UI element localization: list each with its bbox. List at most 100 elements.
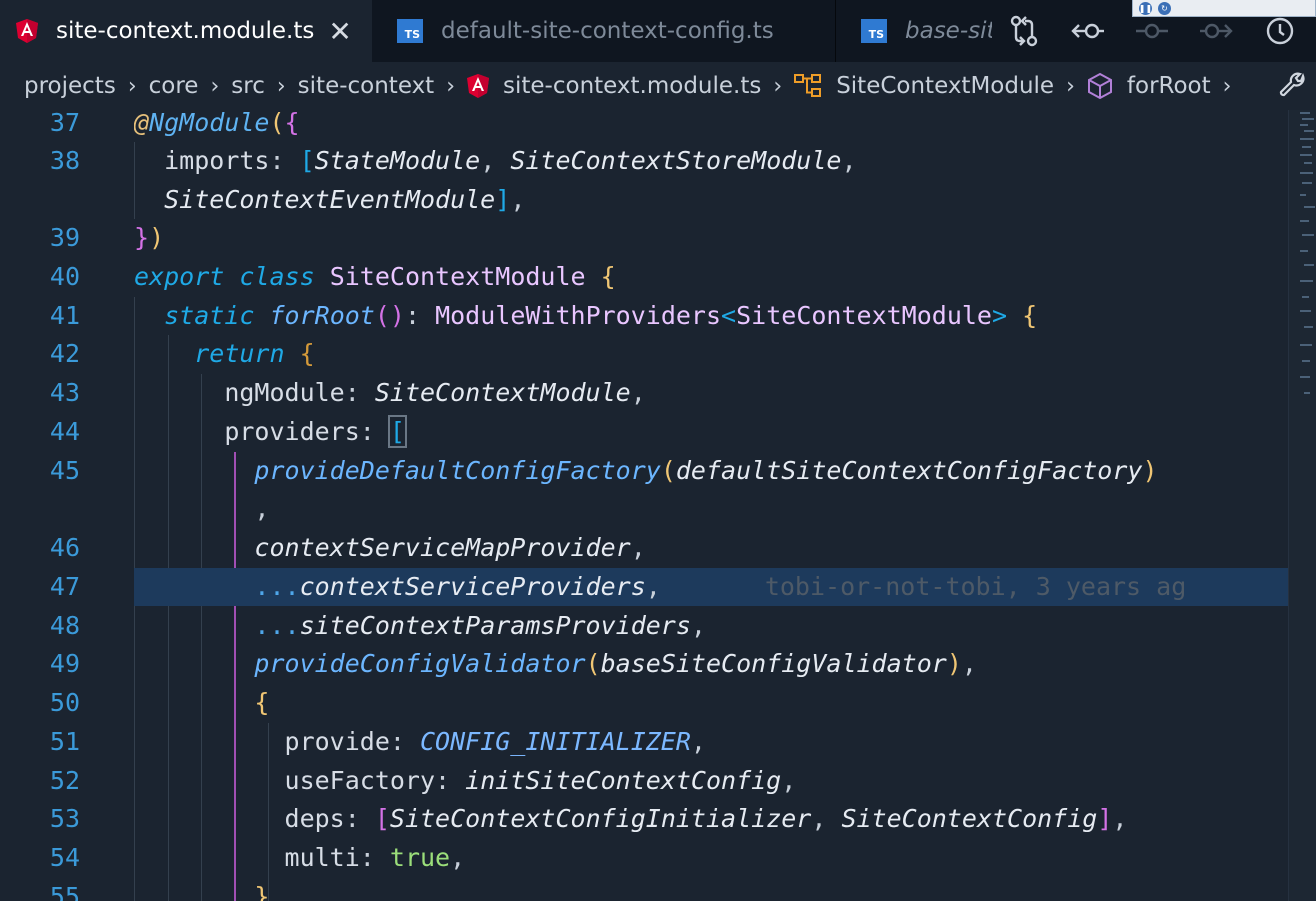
token: CONFIG_INITIALIZER	[419, 727, 691, 756]
current-line: ...contextServiceProviders, tobi-or-not-t…	[134, 568, 1288, 606]
token: provideConfigValidator	[254, 649, 586, 678]
code-line: export class SiteContextModule {	[134, 262, 616, 291]
breadcrumb: projects › core › src › site-context › s…	[0, 62, 1316, 110]
code-line: providers: [	[224, 415, 407, 448]
typescript-icon: TS	[397, 19, 423, 43]
line-number: 51	[49, 727, 80, 756]
token: siteContextParamsProviders	[299, 611, 691, 640]
line-number: 54	[49, 843, 80, 872]
tab-label: site-context.module.ts	[56, 18, 315, 44]
line-number	[0, 490, 80, 528]
code-line: provideDefaultConfigFactory(defaultSiteC…	[254, 456, 1158, 485]
token: multi	[284, 843, 360, 872]
code-line: imports: [StateModule, SiteContextStoreM…	[164, 146, 857, 175]
token: provide	[284, 727, 390, 756]
refresh-icon[interactable]: ↻	[1158, 1, 1171, 15]
token: SiteContextConfigInitializer	[389, 804, 812, 833]
breadcrumb-item-file[interactable]: site-context.module.ts	[503, 73, 761, 99]
line-number: 42	[49, 339, 80, 368]
chevron-right-icon: ›	[276, 73, 286, 99]
token: SiteContextModule	[374, 378, 631, 407]
token: initSiteContextConfig	[465, 766, 782, 795]
line-number: 47	[49, 572, 80, 601]
token: ngModule	[224, 378, 345, 407]
token: ModuleWithProviders	[435, 301, 722, 330]
pause-icon[interactable]: ❚❚	[1139, 1, 1152, 15]
code-editor[interactable]: 37 38 39 40 41 42 43 44 45 46 47 48 49 5…	[0, 110, 1316, 901]
wrench-icon[interactable]	[1270, 62, 1316, 110]
code-line: {	[254, 688, 270, 717]
token: export	[134, 262, 225, 291]
token: StateModule	[314, 146, 481, 175]
token: contextServiceMapProvider	[254, 533, 631, 562]
line-number: 44	[49, 417, 80, 446]
token: providers	[224, 417, 360, 446]
code-line: contextServiceMapProvider,	[254, 533, 646, 562]
breadcrumb-item-src[interactable]: src	[231, 73, 265, 99]
line-number: 48	[49, 611, 80, 640]
line-number: 40	[49, 262, 80, 291]
token: SiteContextModule	[329, 262, 586, 291]
breadcrumb-item-site-context[interactable]: site-context	[298, 73, 435, 99]
code-line: deps: [SiteContextConfigInitializer, Sit…	[284, 804, 1128, 833]
code-line: ngModule: SiteContextModule,	[224, 378, 646, 407]
tab-base-site[interactable]: TS base-sit	[837, 0, 997, 62]
token: true	[389, 843, 451, 872]
close-icon[interactable]: ✕	[328, 15, 351, 48]
breadcrumb-item-method[interactable]: forRoot	[1127, 73, 1211, 99]
line-number: 39	[49, 223, 80, 252]
line-number	[0, 181, 80, 219]
code-line: multi: true,	[284, 843, 466, 872]
line-number: 43	[49, 378, 80, 407]
code-line: provideConfigValidator(baseSiteConfigVal…	[254, 649, 977, 678]
code-line: return {	[194, 339, 315, 368]
tab-default-site-context-config[interactable]: TS default-site-context-config.ts	[373, 0, 836, 62]
line-number: 46	[49, 533, 80, 562]
token: class	[239, 262, 315, 291]
token: contextServiceProviders	[299, 572, 646, 601]
token: baseSiteConfigValidator	[600, 649, 947, 678]
tab-label: base-sit	[905, 18, 996, 44]
class-symbol-icon	[794, 73, 822, 99]
line-number: 52	[49, 766, 80, 795]
token: static	[164, 301, 255, 330]
token: provideDefaultConfigFactory	[254, 456, 661, 485]
line-number: 55	[49, 882, 80, 901]
chevron-right-icon: ›	[1066, 73, 1075, 99]
line-number: 38	[49, 146, 80, 175]
token: NgModule	[149, 110, 270, 137]
token: imports	[164, 146, 270, 175]
breadcrumb-item-core[interactable]: core	[149, 73, 199, 99]
line-number: 37	[49, 110, 80, 137]
code-area[interactable]: @NgModule({ imports: [StateModule, SiteC…	[134, 110, 1288, 901]
code-line: useFactory: initSiteContextConfig,	[284, 766, 797, 795]
floating-debug-toolbar: ❚❚ ↻	[1132, 0, 1316, 17]
token: SiteContextModule	[736, 301, 992, 330]
token: SiteContextStoreModule	[510, 146, 842, 175]
angular-icon	[467, 74, 490, 98]
minimap[interactable]	[1288, 110, 1316, 410]
method-symbol-icon	[1087, 72, 1113, 100]
token: deps	[284, 804, 345, 833]
breadcrumb-item-projects[interactable]: projects	[24, 73, 116, 99]
breadcrumb-item-class[interactable]: SiteContextModule	[836, 73, 1054, 99]
token: SiteContextConfig	[841, 804, 1098, 833]
line-number: 41	[49, 301, 80, 330]
typescript-icon: TS	[861, 19, 887, 43]
previous-change-icon[interactable]	[1056, 0, 1120, 62]
vertical-scrollbar[interactable]	[1288, 110, 1316, 901]
code-line: @NgModule({	[134, 110, 300, 137]
line-number: 49	[49, 649, 80, 678]
chevron-right-icon: ›	[127, 73, 137, 99]
token: SiteContextEventModule	[164, 185, 496, 214]
code-line: static forRoot(): ModuleWithProviders<Si…	[164, 301, 1038, 330]
token: return	[194, 339, 285, 368]
line-number: 50	[49, 688, 80, 717]
compare-changes-icon[interactable]	[992, 0, 1056, 62]
code-line: ...siteContextParamsProviders,	[254, 611, 706, 640]
line-number: 45	[49, 456, 80, 485]
tab-site-context-module[interactable]: site-context.module.ts ✕	[0, 0, 372, 62]
code-line: }	[254, 882, 270, 901]
token: useFactory	[284, 766, 436, 795]
chevron-right-icon: ›	[773, 73, 783, 99]
